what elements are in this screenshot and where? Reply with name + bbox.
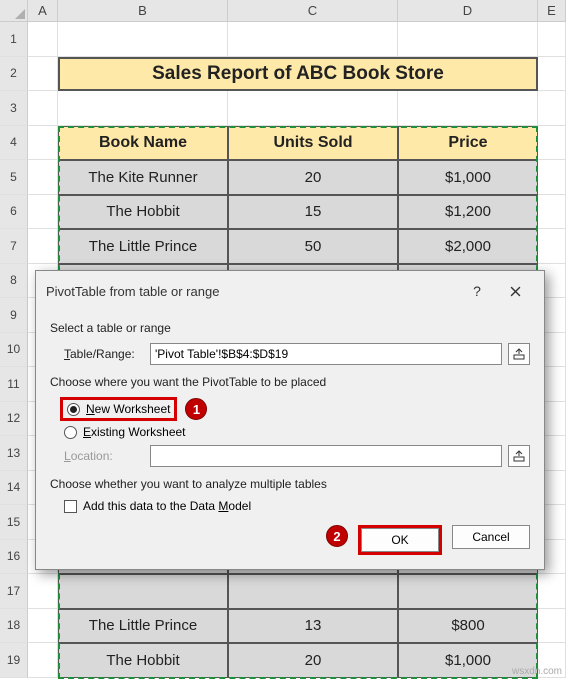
- section-multiple-tables: Choose whether you want to analyze multi…: [50, 477, 530, 491]
- table-row: The Little Prince 13 $800: [28, 609, 566, 644]
- callout-2: 2: [326, 525, 348, 547]
- dialog-title: PivotTable from table or range: [46, 284, 458, 299]
- row-header[interactable]: 9: [0, 298, 28, 333]
- spreadsheet: A B C D E 1 2 3 4 5 6 7 8 9 10 11 12 13 …: [0, 0, 566, 679]
- row-header[interactable]: 12: [0, 402, 28, 437]
- close-icon: [510, 286, 521, 297]
- table-header: Price: [398, 126, 538, 161]
- row-header[interactable]: 10: [0, 333, 28, 368]
- ok-button[interactable]: OK: [361, 528, 439, 552]
- annotation-box-2: OK: [358, 525, 442, 555]
- radio-existing-worksheet-label: Existing Worksheet: [83, 425, 186, 439]
- collapse-icon: [513, 348, 525, 360]
- row-header[interactable]: 16: [0, 540, 28, 575]
- select-all-corner[interactable]: [0, 0, 28, 21]
- radio-existing-worksheet[interactable]: [64, 426, 77, 439]
- col-header-a[interactable]: A: [28, 0, 58, 21]
- collapse-dialog-button-2[interactable]: [508, 445, 530, 467]
- radio-new-worksheet[interactable]: [67, 403, 80, 416]
- row-header[interactable]: 2: [0, 57, 28, 92]
- row-header[interactable]: 15: [0, 505, 28, 540]
- row-header[interactable]: 7: [0, 229, 28, 264]
- collapse-icon: [513, 450, 525, 462]
- row-header[interactable]: 18: [0, 609, 28, 644]
- pivottable-dialog: PivotTable from table or range ? Select …: [35, 270, 545, 570]
- row-header[interactable]: 6: [0, 195, 28, 230]
- help-button[interactable]: ?: [458, 279, 496, 303]
- col-header-e[interactable]: E: [538, 0, 566, 21]
- table-row: The Kite Runner 20 $1,000: [28, 160, 566, 195]
- row-header[interactable]: 19: [0, 643, 28, 678]
- col-header-b[interactable]: B: [58, 0, 228, 21]
- report-title: Sales Report of ABC Book Store: [58, 57, 538, 92]
- row-header[interactable]: 3: [0, 91, 28, 126]
- location-input: [150, 445, 502, 467]
- row-header[interactable]: 11: [0, 367, 28, 402]
- col-header-c[interactable]: C: [228, 0, 398, 21]
- row-header[interactable]: 5: [0, 160, 28, 195]
- row-header[interactable]: 13: [0, 436, 28, 471]
- callout-1: 1: [185, 398, 207, 420]
- table-header: Units Sold: [228, 126, 398, 161]
- row-header[interactable]: 17: [0, 574, 28, 609]
- col-header-d[interactable]: D: [398, 0, 538, 21]
- annotation-box-1: New Worksheet: [60, 397, 177, 421]
- table-row: The Hobbit 20 $1,000: [28, 643, 566, 678]
- dialog-titlebar[interactable]: PivotTable from table or range ?: [36, 271, 544, 311]
- table-range-label: Table/Range:: [64, 347, 144, 361]
- collapse-dialog-button[interactable]: [508, 343, 530, 365]
- cancel-button[interactable]: Cancel: [452, 525, 530, 549]
- table-row: The Hobbit 15 $1,200: [28, 195, 566, 230]
- row-headers: 1 2 3 4 5 6 7 8 9 10 11 12 13 14 15 16 1…: [0, 22, 28, 678]
- row-header[interactable]: 8: [0, 264, 28, 299]
- section-placement: Choose where you want the PivotTable to …: [50, 375, 530, 389]
- column-headers: A B C D E: [0, 0, 566, 22]
- row-header[interactable]: 1: [0, 22, 28, 57]
- section-select-range: Select a table or range: [50, 321, 530, 335]
- close-button[interactable]: [496, 279, 534, 303]
- checkbox-data-model-label: Add this data to the Data Model: [83, 499, 251, 513]
- table-header: Book Name: [58, 126, 228, 161]
- radio-new-worksheet-label: New Worksheet: [86, 402, 170, 416]
- table-range-input[interactable]: [150, 343, 502, 365]
- table-row: The Little Prince 50 $2,000: [28, 229, 566, 264]
- row-header[interactable]: 14: [0, 471, 28, 506]
- checkbox-data-model[interactable]: [64, 500, 77, 513]
- watermark: wsxdn.com: [512, 666, 562, 677]
- location-label: Location:: [64, 449, 144, 463]
- row-header[interactable]: 4: [0, 126, 28, 161]
